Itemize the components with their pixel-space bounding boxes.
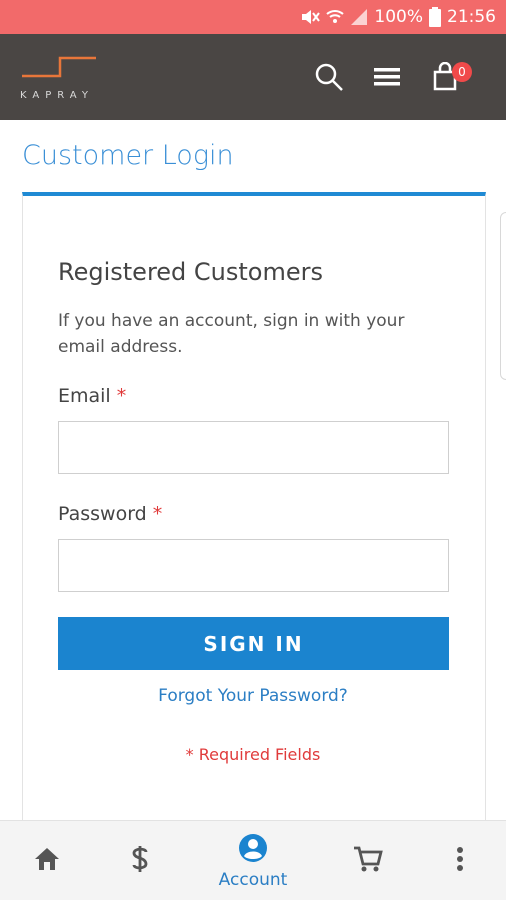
required-asterisk: * — [116, 385, 127, 407]
status-bar: 100% 21:56 — [0, 0, 506, 34]
battery-icon — [429, 7, 441, 27]
email-field[interactable] — [58, 421, 449, 474]
page-title: Customer Login — [22, 140, 234, 171]
side-panel-edge[interactable] — [500, 212, 506, 380]
cart-count-badge: 0 — [452, 62, 472, 82]
mute-icon — [300, 8, 321, 26]
account-icon — [238, 833, 268, 868]
status-indicators: 100% 21:56 — [300, 0, 496, 34]
nav-account[interactable]: Account — [203, 821, 303, 900]
nav-more[interactable] — [446, 821, 474, 900]
nav-cart[interactable] — [348, 821, 388, 900]
nav-pricing[interactable] — [120, 821, 160, 900]
app-header: KAPRAY 0 — [0, 34, 506, 120]
search-icon[interactable] — [314, 62, 344, 92]
bottom-nav: Account — [0, 820, 506, 900]
email-label-text: Email — [58, 385, 111, 407]
wifi-icon — [326, 8, 345, 26]
nav-account-label: Account — [218, 869, 288, 890]
cart-icon — [353, 845, 383, 878]
forgot-password-link[interactable]: Forgot Your Password? — [0, 686, 506, 706]
logo-text: KAPRAY — [20, 90, 94, 101]
email-label: Email * — [58, 385, 126, 407]
battery-percent: 100% — [374, 7, 423, 27]
logo[interactable]: KAPRAY — [20, 54, 116, 104]
required-asterisk: * — [152, 503, 163, 525]
sign-in-button[interactable]: SIGN IN — [58, 617, 449, 670]
signal-icon — [350, 8, 368, 26]
password-label-text: Password — [58, 503, 147, 525]
section-title: Registered Customers — [58, 258, 323, 286]
required-fields-note: * Required Fields — [185, 745, 321, 764]
home-icon — [33, 846, 61, 877]
intro-text: If you have an account, sign in with you… — [58, 311, 405, 357]
menu-icon[interactable] — [372, 62, 402, 92]
clock: 21:56 — [447, 7, 496, 27]
dollar-icon — [129, 844, 151, 879]
more-icon — [456, 846, 464, 877]
password-label: Password * — [58, 503, 162, 525]
logo-mark-icon — [22, 56, 96, 78]
nav-home[interactable] — [27, 821, 67, 900]
password-field[interactable] — [58, 539, 449, 592]
